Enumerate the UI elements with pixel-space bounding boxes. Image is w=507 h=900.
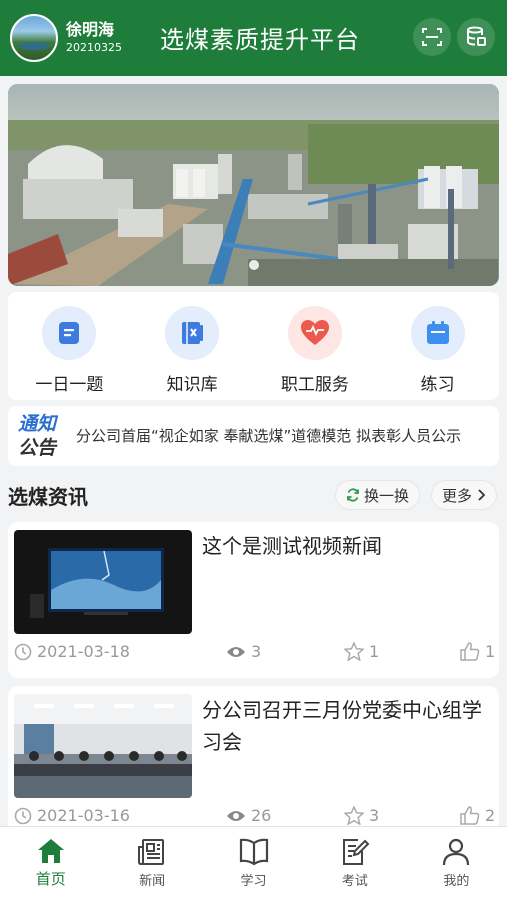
notice-tag-line2: 公告 <box>18 437 57 459</box>
tab-home[interactable]: 首页 <box>0 827 101 900</box>
notice-tag-line1: 通知 <box>18 413 57 435</box>
heart-icon <box>287 306 342 360</box>
thumb-up-icon <box>460 642 480 661</box>
app-title: 选煤素质提升平台 <box>160 26 360 54</box>
daily-question-icon <box>42 306 97 360</box>
eye-icon <box>227 810 245 821</box>
news-title[interactable]: 这个是测试视频新闻 <box>202 530 487 562</box>
clock-icon <box>14 643 32 660</box>
quick-nav-label: 职工服务 <box>280 375 349 395</box>
calendar-icon <box>410 306 465 360</box>
refresh-icon <box>347 488 359 502</box>
database-icon <box>467 26 486 46</box>
carousel-dot-active[interactable] <box>248 260 259 270</box>
news-stars[interactable]: 3 <box>344 806 379 825</box>
news-card[interactable]: 分公司召开三月份党委中心组学习会 2021-03-16 26 3 2 <box>8 686 499 836</box>
bottom-tab-bar: 首页 新闻 学习 考试 我的 <box>0 826 507 900</box>
tab-label: 考试 <box>341 874 368 889</box>
news-section-header: 选煤资讯 换一换 更多 <box>8 478 499 512</box>
switch-button[interactable]: 换一换 <box>335 480 421 510</box>
tab-label: 学习 <box>240 874 267 889</box>
thumb-up-icon <box>460 806 480 825</box>
user-id: 20210325 <box>66 41 122 54</box>
news-date: 2021-03-16 <box>14 806 130 825</box>
news-thumbnail[interactable] <box>14 530 192 634</box>
more-label: 更多 <box>442 486 473 505</box>
news-card[interactable]: 这个是测试视频新闻 2021-03-18 3 1 1 <box>8 522 499 678</box>
newspaper-icon <box>138 839 165 865</box>
news-date: 2021-03-18 <box>14 642 130 661</box>
quick-nav-label: 一日一题 <box>35 375 104 395</box>
user-avatar[interactable] <box>10 14 58 62</box>
tab-label: 首页 <box>35 870 66 888</box>
eye-icon <box>227 646 245 657</box>
news-views: 26 <box>226 806 271 825</box>
news-section-title: 选煤资讯 <box>8 484 88 509</box>
news-title[interactable]: 分公司召开三月份党委中心组学习会 <box>202 694 487 758</box>
app-header: 徐明海 20210325 选煤素质提升平台 <box>0 0 507 76</box>
more-button[interactable]: 更多 <box>431 480 498 510</box>
quick-nav-label: 知识库 <box>166 375 218 395</box>
scan-icon <box>422 28 442 46</box>
chevron-right-icon <box>478 489 486 501</box>
quick-nav-daily-question[interactable]: 一日一题 <box>8 292 131 400</box>
switch-label: 换一换 <box>364 486 410 505</box>
book-icon <box>239 838 268 866</box>
scan-button[interactable] <box>413 18 451 56</box>
quick-nav-practice[interactable]: 练习 <box>376 292 499 400</box>
news-thumbnail[interactable] <box>14 694 192 798</box>
tab-study[interactable]: 学习 <box>203 827 304 900</box>
notice-tag: 通知 公告 <box>18 412 64 460</box>
quick-nav-label: 练习 <box>420 375 455 395</box>
star-icon <box>344 806 364 825</box>
notice-bar[interactable]: 通知 公告 分公司首届“视企如家 奉献选煤”道德模范 拟表彰人员公示 <box>8 406 499 466</box>
database-button[interactable] <box>457 18 495 56</box>
user-info[interactable]: 徐明海 20210325 <box>66 20 122 56</box>
news-likes[interactable]: 2 <box>460 806 495 825</box>
news-meta: 2021-03-18 3 1 1 <box>14 642 495 668</box>
exam-edit-icon <box>342 839 370 865</box>
tab-mine[interactable]: 我的 <box>406 827 507 900</box>
tab-exam[interactable]: 考试 <box>304 827 405 900</box>
quick-nav-knowledge-base[interactable]: 知识库 <box>131 292 254 400</box>
clock-icon <box>14 807 32 824</box>
quick-nav-staff-service[interactable]: 职工服务 <box>254 292 377 400</box>
tab-label: 我的 <box>443 874 470 889</box>
news-views: 3 <box>226 642 261 661</box>
tab-label: 新闻 <box>139 874 166 889</box>
news-stars[interactable]: 1 <box>344 642 379 661</box>
user-name: 徐明海 <box>66 20 115 39</box>
banner-carousel[interactable] <box>8 84 499 286</box>
quick-nav: 一日一题 知识库 职工服务 练习 <box>8 292 499 400</box>
knowledge-base-icon <box>165 306 220 360</box>
notice-text[interactable]: 分公司首届“视企如家 奉献选煤”道德模范 拟表彰人员公示 <box>76 424 476 448</box>
carousel-indicator[interactable] <box>8 260 499 270</box>
tab-news[interactable]: 新闻 <box>101 827 202 900</box>
banner-image <box>8 84 499 286</box>
home-icon <box>37 839 64 863</box>
user-icon <box>443 838 470 866</box>
star-icon <box>344 642 364 661</box>
news-likes[interactable]: 1 <box>460 642 495 661</box>
